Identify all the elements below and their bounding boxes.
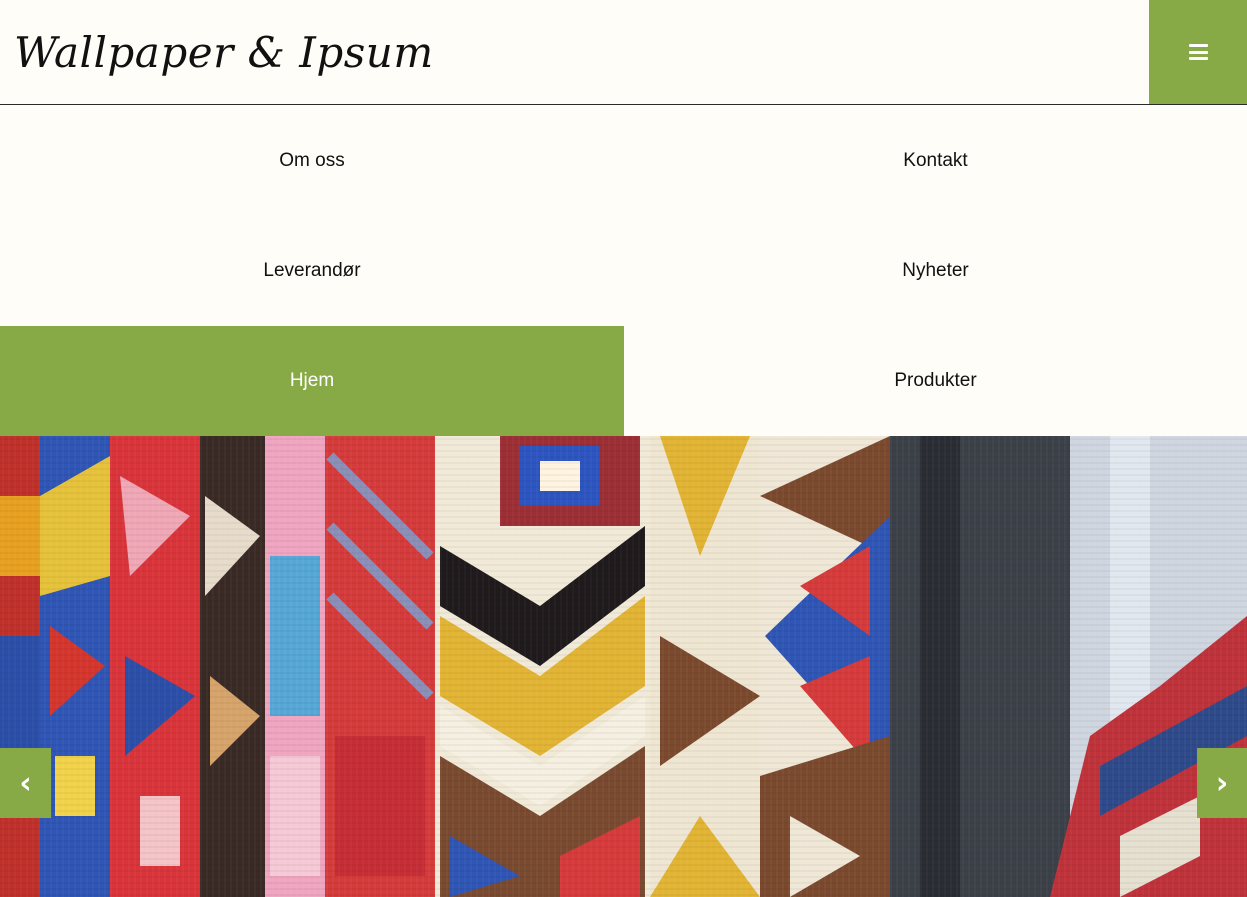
site-header: Wallpaper & Ipsum: [0, 0, 1247, 105]
hamburger-icon: [1188, 44, 1208, 60]
hero-slider: ‹ ›: [0, 436, 1247, 897]
chevron-left-icon: ‹: [19, 765, 32, 801]
hero-image-rugs: [0, 436, 1247, 897]
site-logo[interactable]: Wallpaper & Ipsum: [14, 14, 433, 90]
nav-item-om-oss[interactable]: Om oss: [0, 106, 624, 216]
nav-item-nyheter[interactable]: Nyheter: [624, 216, 1247, 326]
slider-prev-button[interactable]: ‹: [0, 748, 51, 818]
main-navigation: Om oss Kontakt Leverandør Nyheter Hjem P…: [0, 106, 1247, 436]
nav-item-hjem[interactable]: Hjem: [0, 326, 624, 436]
nav-item-kontakt[interactable]: Kontakt: [624, 106, 1247, 216]
nav-item-produkter[interactable]: Produkter: [624, 326, 1247, 436]
nav-item-leverandor[interactable]: Leverandør: [0, 216, 624, 326]
chevron-right-icon: ›: [1215, 765, 1229, 801]
menu-toggle-button[interactable]: [1149, 0, 1247, 104]
slider-next-button[interactable]: ›: [1197, 748, 1247, 818]
